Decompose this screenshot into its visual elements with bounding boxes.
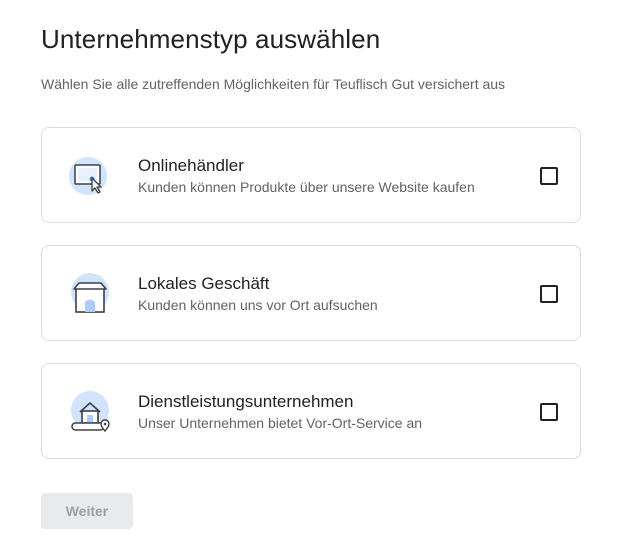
option-card-local-store[interactable]: Lokales Geschäft Kunden können uns vor O…	[41, 245, 581, 341]
page-subtitle: Wählen Sie alle zutreffenden Möglichkeit…	[41, 76, 506, 92]
option-card-service-business[interactable]: Dienstleistungsunternehmen Unser Unterne…	[41, 363, 581, 459]
option-title: Dienstleistungsunternehmen	[138, 392, 354, 411]
option-title: Lokales Geschäft	[138, 274, 270, 293]
option-description: Unser Unternehmen bietet Vor-Ort-Service…	[138, 415, 423, 431]
storefront-icon	[68, 272, 112, 316]
page-title: Unternehmenstyp auswählen	[41, 24, 381, 54]
computer-click-icon	[68, 154, 112, 198]
house-location-icon	[68, 390, 112, 434]
continue-button[interactable]: Weiter	[41, 493, 133, 529]
option-card-online-retailer[interactable]: Onlinehändler Kunden können Produkte übe…	[41, 127, 581, 223]
online-retailer-checkbox[interactable]	[540, 167, 558, 185]
option-description: Kunden können uns vor Ort aufsuchen	[138, 297, 378, 313]
option-title: Onlinehändler	[138, 156, 244, 175]
service-business-checkbox[interactable]	[540, 403, 558, 421]
local-store-checkbox[interactable]	[540, 285, 558, 303]
option-description: Kunden können Produkte über unsere Websi…	[138, 179, 475, 195]
